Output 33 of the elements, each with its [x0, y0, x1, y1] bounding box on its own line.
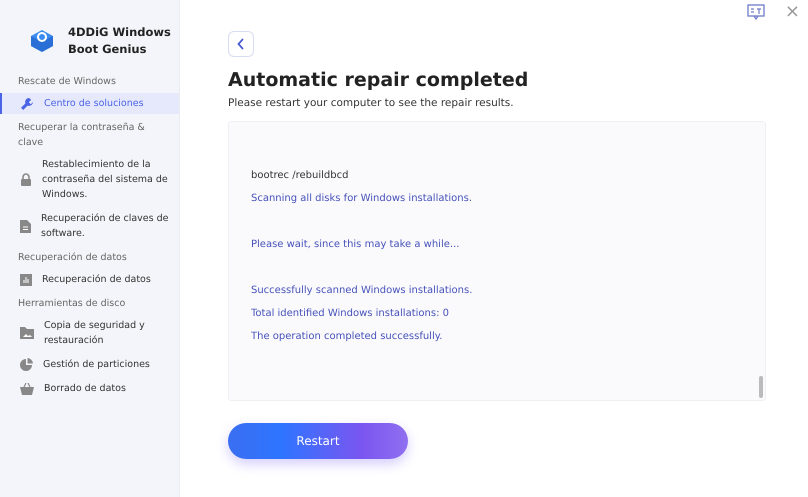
log-line: The operation completed successfully. [251, 330, 442, 344]
section-heading: Rescate de Windows [17, 75, 117, 89]
wrench-icon [20, 96, 34, 110]
log-line: Scanning all disks for Windows installations. [251, 192, 472, 206]
sidebar-item[interactable]: Recuperación de datos [0, 269, 179, 290]
chevron-left-icon [237, 38, 245, 50]
pie-chart-icon [20, 358, 33, 371]
app-name: 4DDiG Windows Boot Genius [68, 24, 172, 58]
basket-icon [20, 382, 34, 394]
log-line: bootrec /rebuildbcd [251, 169, 348, 183]
sidebar-item[interactable]: Restablecimiento de la contraseña del sistema de Windows. [0, 154, 179, 205]
document-icon [20, 220, 31, 232]
sidebar-item[interactable]: Centro de soluciones [0, 93, 179, 114]
lock-icon [20, 173, 32, 186]
scrollbar-thumb[interactable] [759, 376, 763, 398]
log-line: Please wait, since this may take a while... [251, 238, 460, 252]
sidebar-item[interactable]: Gestión de particiones [0, 354, 179, 375]
page-title: Automatic repair completed [228, 69, 530, 91]
folder-icon [20, 327, 34, 339]
log-line: Total identified Windows installations: 0 [251, 307, 449, 321]
sidebar-item[interactable]: Copia de seguridad y restauración [0, 315, 179, 351]
section-heading: Recuperar la contraseña & clave [17, 121, 146, 150]
section-heading: Herramientas de disco [17, 297, 126, 311]
subtitle: Please restart your computer to see the repair results. [228, 97, 515, 109]
back-button[interactable] [228, 31, 254, 57]
section-heading: Recuperación de datos [17, 251, 128, 265]
feedback-icon[interactable] [746, 4, 765, 20]
log-line: Successfully scanned Windows installations. [251, 284, 472, 298]
sidebar-item[interactable]: Recuperación de claves de software. [0, 208, 179, 244]
restart-button[interactable]: Restart [228, 423, 408, 459]
logo-icon [28, 27, 56, 55]
chart-icon [20, 274, 32, 286]
sidebar-item[interactable]: Borrado de datos [0, 378, 179, 399]
